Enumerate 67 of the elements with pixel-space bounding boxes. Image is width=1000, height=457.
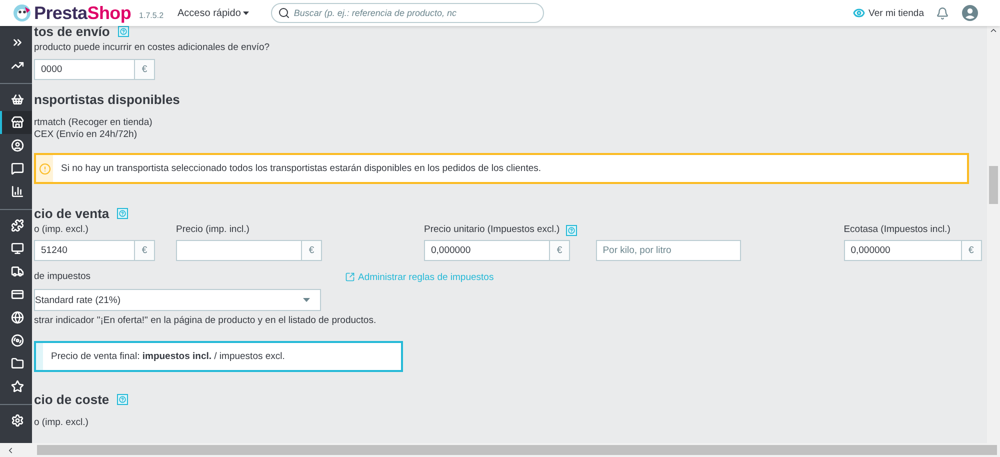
currency-addon: € — [135, 240, 155, 261]
sidebar-item[interactable] — [0, 111, 32, 134]
store-icon — [10, 116, 24, 129]
scroll-thumb[interactable] — [989, 166, 998, 204]
currency-addon: € — [302, 240, 322, 261]
expand-icon — [10, 36, 24, 49]
tax-rule-select[interactable]: Standard rate (21%) — [34, 289, 321, 311]
quick-access-menu[interactable]: Acceso rápido — [178, 8, 250, 18]
info-accent-strip — [36, 343, 43, 370]
view-store-link[interactable]: Ver mi tienda — [852, 7, 924, 19]
vertical-scrollbar[interactable] — [987, 26, 1000, 443]
version-text: 1.7.5.2 — [139, 10, 164, 20]
carrier-text: rtmatch (Recoger en tienda) — [34, 117, 154, 129]
search-field[interactable]: Buscar (p. ej.: referencia de producto, nc — [270, 3, 544, 23]
globe-icon — [10, 311, 24, 324]
logo-icon — [13, 4, 31, 22]
field-label: producto puede incurrir en costes adicionales de envío? — [34, 42, 271, 54]
user-icon — [10, 139, 24, 152]
input-field[interactable]: 0000 — [34, 59, 135, 80]
truck-icon — [10, 265, 24, 278]
credit-card-icon — [10, 288, 24, 301]
settings-icon — [10, 414, 24, 427]
search-icon — [278, 7, 290, 19]
section-title: cio de venta — [34, 206, 110, 220]
help-icon[interactable] — [118, 26, 129, 36]
bar-chart-icon — [10, 185, 24, 198]
section-title: cio de coste — [34, 392, 110, 406]
trending-up-icon — [10, 59, 24, 72]
monitor-icon — [10, 242, 24, 255]
folder-icon — [10, 357, 24, 370]
section-title: nsportistas disponibles — [34, 92, 180, 106]
alert-text: Si no hay un transportista seleccionado todos los transportistas estarán disponibles en los pedidos de los clientes. — [61, 162, 542, 174]
notifications-icon[interactable] — [936, 6, 949, 20]
currency-addon: € — [135, 59, 155, 80]
field-label: o (imp. excl.) — [34, 224, 88, 236]
user-avatar-icon[interactable] — [962, 5, 978, 21]
on-sale-text: strar indicador "¡En oferta!" en la página de producto y en el listado de productos. — [34, 315, 378, 327]
carrier-text: CEX (Envío en 24h/72h) — [34, 129, 138, 141]
scroll-up-icon[interactable] — [989, 26, 998, 35]
eye-icon — [852, 7, 865, 19]
star-icon — [10, 380, 24, 393]
section-title: tos de envío — [34, 26, 110, 38]
field-label: o (imp. excl.) — [34, 417, 90, 429]
currency-addon: € — [962, 240, 982, 261]
disc-icon — [10, 334, 24, 347]
input-field[interactable]: Por kilo, por litro — [596, 240, 741, 261]
basket-icon — [10, 93, 24, 106]
message-icon — [10, 162, 24, 175]
field-label: de impuestos — [34, 271, 92, 283]
scroll-left-icon[interactable] — [6, 446, 15, 454]
input-field[interactable] — [176, 240, 302, 261]
logo-text[interactable]: PrestaShop — [34, 2, 132, 24]
input-field[interactable]: 0,000000 — [844, 240, 962, 261]
horizontal-scrollbar[interactable] — [0, 443, 1000, 457]
scroll-thumb[interactable] — [37, 445, 997, 455]
external-link-icon — [345, 272, 355, 282]
field-label: Ecotasa (Impuestos incl.) — [844, 224, 950, 236]
input-field[interactable]: 51240 — [34, 240, 135, 261]
warning-icon — [38, 162, 50, 174]
caret-icon — [303, 298, 310, 302]
currency-addon: € — [550, 240, 570, 261]
field-label: Precio unitario (Impuestos excl.) — [424, 224, 560, 236]
puzzle-icon — [10, 219, 24, 232]
final-price-text: Precio de venta final: impuestos incl. / impuestos excl. — [51, 350, 285, 362]
caret-icon — [242, 9, 250, 17]
input-field[interactable]: 0,000000 — [424, 240, 550, 261]
field-label: Precio (imp. incl.) — [176, 224, 250, 236]
